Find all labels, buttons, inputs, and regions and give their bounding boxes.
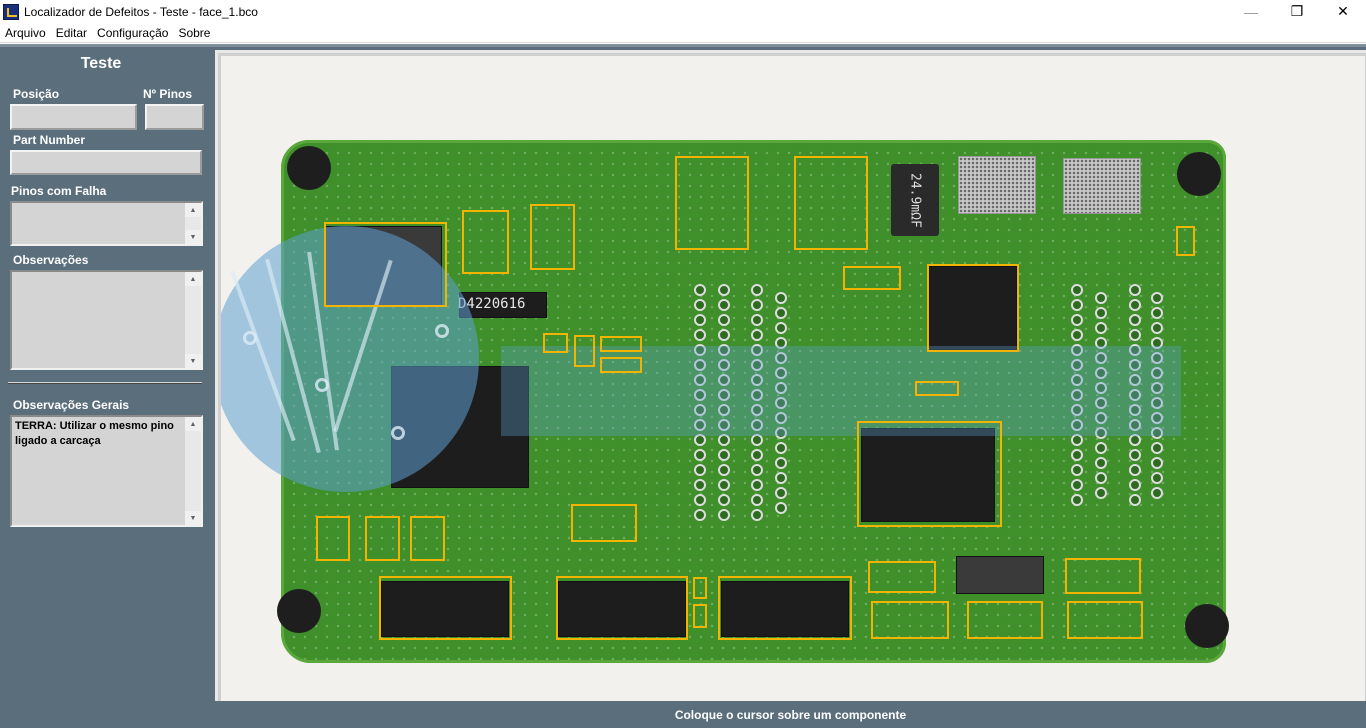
component-box[interactable]: [1065, 558, 1141, 594]
component-box[interactable]: [1176, 226, 1195, 256]
window-title: Localizador de Defeitos - Teste - face_1…: [24, 4, 258, 19]
component-box[interactable]: [324, 222, 447, 307]
component-box[interactable]: [530, 204, 575, 270]
observacoes-gerais-text: TERRA: Utilizar o mesmo pino ligado a ca…: [15, 420, 174, 447]
scroll-down-icon[interactable]: ▼: [185, 354, 201, 368]
component-box[interactable]: [843, 266, 901, 290]
close-button[interactable]: ✕: [1320, 0, 1366, 23]
test-panel: Teste Posição Nº Pinos Part Number Pinos…: [0, 47, 214, 728]
part-number-field[interactable]: [10, 150, 202, 175]
observacoes-label: Observações: [13, 253, 89, 267]
npinos-field[interactable]: [145, 104, 204, 130]
component-box[interactable]: [967, 601, 1043, 639]
title-bar: Localizador de Defeitos - Teste - face_1…: [0, 0, 1366, 23]
component-box[interactable]: [693, 604, 707, 628]
status-text: Coloque o cursor sobre um componente: [674, 708, 907, 722]
scroll-down-icon[interactable]: ▼: [185, 511, 201, 525]
scroll-up-icon[interactable]: ▲: [185, 417, 201, 431]
observacoes-gerais-label: Observações Gerais: [13, 398, 130, 412]
watermark-node: [435, 324, 449, 338]
component-box[interactable]: [915, 381, 959, 396]
heatsink: [1063, 158, 1141, 214]
npinos-label: Nº Pinos: [143, 87, 193, 101]
observacoes-field[interactable]: ▲ ▼: [10, 270, 203, 370]
component-box[interactable]: [600, 357, 642, 373]
part-number-label: Part Number: [13, 133, 86, 147]
component-box[interactable]: [600, 336, 642, 352]
panel-title: Teste: [80, 55, 122, 72]
window-controls: — ❐ ✕: [1228, 0, 1366, 23]
menu-sobre[interactable]: Sobre: [173, 23, 215, 43]
observacoes-gerais-field[interactable]: TERRA: Utilizar o mesmo pino ligado a ca…: [10, 415, 203, 527]
component-box[interactable]: [543, 333, 568, 353]
minimize-button[interactable]: —: [1228, 0, 1274, 23]
board-image-frame: 24.9mΩF D4220616: [215, 50, 1366, 701]
scroll-up-icon[interactable]: ▲: [185, 272, 201, 286]
component-box[interactable]: [927, 264, 1019, 352]
main-area: Teste Posição Nº Pinos Part Number Pinos…: [0, 44, 1366, 728]
panel-separator: [8, 382, 202, 384]
component-box[interactable]: [379, 576, 512, 640]
menu-editar[interactable]: Editar: [51, 23, 92, 43]
component-box[interactable]: [675, 156, 749, 250]
pinos-falha-label: Pinos com Falha: [11, 184, 107, 198]
posicao-label: Posição: [13, 87, 60, 101]
ic-chip[interactable]: [956, 556, 1044, 594]
component-box[interactable]: [868, 561, 936, 593]
menu-bar: Arquivo Editar Configuração Sobre: [0, 23, 1366, 43]
posicao-field[interactable]: [10, 104, 137, 130]
component-box[interactable]: [718, 576, 852, 640]
component-box[interactable]: [316, 516, 350, 561]
watermark-node: [391, 426, 405, 440]
watermark-node: [243, 331, 257, 345]
scroll-up-icon[interactable]: ▲: [185, 203, 201, 217]
shunt-resistor[interactable]: 24.9mΩF: [891, 164, 939, 236]
component-box[interactable]: [693, 577, 707, 599]
component-box[interactable]: [410, 516, 445, 561]
mounting-hole: [1185, 604, 1229, 648]
component-box[interactable]: [857, 421, 1002, 527]
component-box[interactable]: [556, 576, 688, 640]
mounting-hole: [277, 589, 321, 633]
component-box[interactable]: [1067, 601, 1143, 639]
component-box[interactable]: [571, 504, 637, 542]
watermark-node: [315, 378, 329, 392]
pinos-falha-field[interactable]: ▲ ▼: [10, 201, 203, 246]
board-photo[interactable]: 24.9mΩF D4220616: [221, 56, 1365, 701]
component-box[interactable]: [794, 156, 868, 250]
component-box[interactable]: [574, 335, 595, 367]
maximize-button[interactable]: ❐: [1274, 0, 1320, 23]
observacoes-gerais-scrollbar[interactable]: ▲ ▼: [185, 417, 201, 525]
scroll-down-icon[interactable]: ▼: [185, 230, 201, 244]
heatsink: [958, 156, 1036, 214]
component-box[interactable]: [462, 210, 509, 274]
component-box[interactable]: [871, 601, 949, 639]
menu-arquivo[interactable]: Arquivo: [0, 23, 51, 43]
observacoes-scrollbar[interactable]: ▲ ▼: [185, 272, 201, 368]
menu-configuracao[interactable]: Configuração: [92, 23, 173, 43]
pinos-falha-scrollbar[interactable]: ▲ ▼: [185, 203, 201, 244]
mounting-hole: [1177, 152, 1221, 196]
app-icon: [3, 3, 19, 20]
mounting-hole: [287, 146, 331, 190]
component-box[interactable]: [365, 516, 400, 561]
